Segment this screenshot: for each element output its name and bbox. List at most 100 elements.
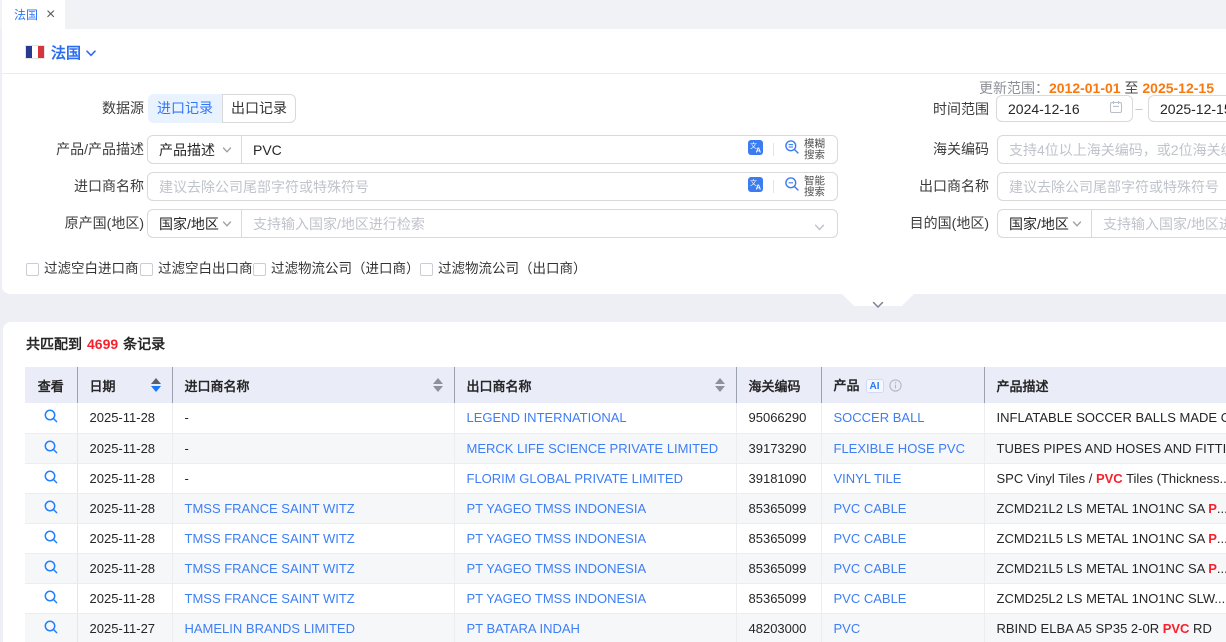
- view-cell[interactable]: [25, 463, 77, 493]
- product-link[interactable]: VINYL TILE: [834, 471, 902, 486]
- table-row: 2025-11-28 TMSS FRANCE SAINT WITZ PT YAG…: [25, 523, 1226, 553]
- tab-close-icon[interactable]: ×: [46, 7, 55, 23]
- importer-link[interactable]: TMSS FRANCE SAINT WITZ: [185, 561, 355, 576]
- product-link[interactable]: PVC CABLE: [834, 501, 907, 516]
- filter-logistics-exporter[interactable]: 过滤物流公司（出口商）: [420, 262, 587, 276]
- exporter-input[interactable]: [998, 173, 1226, 200]
- product-type-select[interactable]: 产品描述: [148, 136, 242, 163]
- product-link[interactable]: PVC: [834, 621, 861, 636]
- view-search-icon[interactable]: [44, 411, 58, 426]
- sort-icon-exporter[interactable]: [715, 377, 725, 393]
- chevron-down-icon: [1072, 219, 1082, 229]
- product-link[interactable]: FLEXIBLE HOSE PVC: [834, 441, 966, 456]
- filter-logistics-importer[interactable]: 过滤物流公司（进口商）: [253, 262, 420, 276]
- fuzzy-search-icon[interactable]: [784, 139, 800, 160]
- update-range-label: 更新范围：: [979, 80, 1049, 96]
- exporter-label: 出口商名称: [847, 172, 989, 201]
- view-search-icon[interactable]: [44, 622, 58, 637]
- view-cell[interactable]: [25, 433, 77, 463]
- exporter-link[interactable]: FLORIM GLOBAL PRIVATE LIMITED: [467, 471, 683, 486]
- chevron-down-icon: [222, 145, 232, 155]
- origin-type-select[interactable]: 国家/地区: [148, 210, 242, 237]
- importer-link[interactable]: TMSS FRANCE SAINT WITZ: [185, 501, 355, 516]
- col-view: 查看: [25, 367, 77, 403]
- origin-type-select-value: 国家/地区: [159, 214, 219, 234]
- import-records-option[interactable]: 进口记录: [148, 94, 222, 123]
- svg-text:A: A: [756, 145, 762, 154]
- view-search-icon[interactable]: [44, 562, 58, 577]
- importer-link[interactable]: TMSS FRANCE SAINT WITZ: [185, 531, 355, 546]
- desc-cell: TUBES PIPES AND HOSES AND FITTI...: [984, 433, 1226, 463]
- view-cell[interactable]: [25, 583, 77, 613]
- product-link[interactable]: SOCCER BALL: [834, 410, 925, 425]
- table-row: 2025-11-28 TMSS FRANCE SAINT WITZ PT YAG…: [25, 583, 1226, 613]
- results-panel: 共匹配到4699条记录 查看 日期 进口商名称 出口商名称 海关编码 产品AI …: [3, 322, 1226, 642]
- collapse-chevron-icon[interactable]: [872, 296, 884, 314]
- exporter-link[interactable]: PT YAGEO TMSS INDONESIA: [467, 561, 647, 576]
- col-date[interactable]: 日期: [77, 367, 172, 403]
- view-cell[interactable]: [25, 493, 77, 523]
- chevron-down-icon[interactable]: [86, 50, 96, 57]
- checkbox[interactable]: [253, 263, 266, 276]
- exporter-link[interactable]: LEGEND INTERNATIONAL: [467, 410, 627, 425]
- destination-input[interactable]: [1092, 210, 1226, 237]
- exporter-link[interactable]: MERCK LIFE SCIENCE PRIVATE LIMITED: [467, 441, 719, 456]
- product-link[interactable]: PVC CABLE: [834, 591, 907, 606]
- importer-link[interactable]: HAMELIN BRANDS LIMITED: [185, 621, 355, 636]
- destination-type-select[interactable]: 国家/地区: [998, 210, 1092, 237]
- smart-search-icon[interactable]: [784, 176, 800, 197]
- importer-link[interactable]: TMSS FRANCE SAINT WITZ: [185, 591, 355, 606]
- exporter-cell: PT YAGEO TMSS INDONESIA: [454, 583, 736, 613]
- data-source-label: 数据源: [2, 94, 144, 123]
- tab-france[interactable]: 法国 ×: [2, 0, 65, 29]
- view-search-icon[interactable]: [44, 502, 58, 517]
- update-range-from: 2012-01-01: [1049, 80, 1121, 96]
- col-exporter[interactable]: 出口商名称: [454, 367, 736, 403]
- translate-icon[interactable]: 文A: [748, 140, 763, 160]
- desc-cell: RBIND ELBA A5 SP35 2-0R PVC RD: [984, 613, 1226, 642]
- date-cell: 2025-11-28: [77, 463, 172, 493]
- exporter-link[interactable]: PT YAGEO TMSS INDONESIA: [467, 591, 647, 606]
- checkbox[interactable]: [140, 263, 153, 276]
- product-cell: PVC CABLE: [821, 553, 984, 583]
- hs-code-input[interactable]: [998, 136, 1226, 163]
- destination-label: 目的国(地区): [847, 209, 989, 238]
- exporter-cell: PT YAGEO TMSS INDONESIA: [454, 553, 736, 583]
- exporter-link[interactable]: PT YAGEO TMSS INDONESIA: [467, 531, 647, 546]
- view-search-icon[interactable]: [44, 592, 58, 607]
- fuzzy-search-label[interactable]: 模糊搜索: [804, 139, 825, 161]
- table-row: 2025-11-28 TMSS FRANCE SAINT WITZ PT YAG…: [25, 493, 1226, 523]
- view-cell[interactable]: [25, 523, 77, 553]
- smart-search-label[interactable]: 智能搜索: [804, 176, 825, 198]
- country-name[interactable]: 法国: [51, 42, 81, 63]
- translate-icon[interactable]: 文A: [748, 177, 763, 197]
- importer-input[interactable]: [148, 173, 837, 200]
- sort-icon-date[interactable]: [151, 377, 161, 393]
- col-importer[interactable]: 进口商名称: [172, 367, 454, 403]
- checkbox[interactable]: [26, 263, 39, 276]
- view-cell[interactable]: [25, 403, 77, 433]
- date-end-input[interactable]: 2025-12-15: [1148, 95, 1226, 122]
- product-link[interactable]: PVC CABLE: [834, 561, 907, 576]
- filter-blank-exporter[interactable]: 过滤空白出口商: [140, 262, 253, 276]
- info-icon[interactable]: [889, 379, 902, 395]
- sort-icon-importer[interactable]: [433, 377, 443, 393]
- view-search-icon[interactable]: [44, 472, 58, 487]
- export-records-option[interactable]: 出口记录: [222, 94, 296, 123]
- col-hs: 海关编码: [736, 367, 821, 403]
- time-range-label: 时间范围: [847, 95, 989, 124]
- exporter-cell: PT YAGEO TMSS INDONESIA: [454, 523, 736, 553]
- checkbox[interactable]: [420, 263, 433, 276]
- origin-input[interactable]: [242, 210, 837, 237]
- view-search-icon[interactable]: [44, 442, 58, 457]
- date-start-input[interactable]: 2024-12-16: [996, 95, 1133, 122]
- view-cell[interactable]: [25, 613, 77, 642]
- exporter-link[interactable]: PT BATARA INDAH: [467, 621, 580, 636]
- exporter-link[interactable]: PT YAGEO TMSS INDONESIA: [467, 501, 647, 516]
- product-link[interactable]: PVC CABLE: [834, 531, 907, 546]
- table-row: 2025-11-27 HAMELIN BRANDS LIMITED PT BAT…: [25, 613, 1226, 642]
- filter-blank-importer[interactable]: 过滤空白进口商: [26, 262, 139, 276]
- view-search-icon[interactable]: [44, 532, 58, 547]
- view-cell[interactable]: [25, 553, 77, 583]
- product-cell: SOCCER BALL: [821, 403, 984, 433]
